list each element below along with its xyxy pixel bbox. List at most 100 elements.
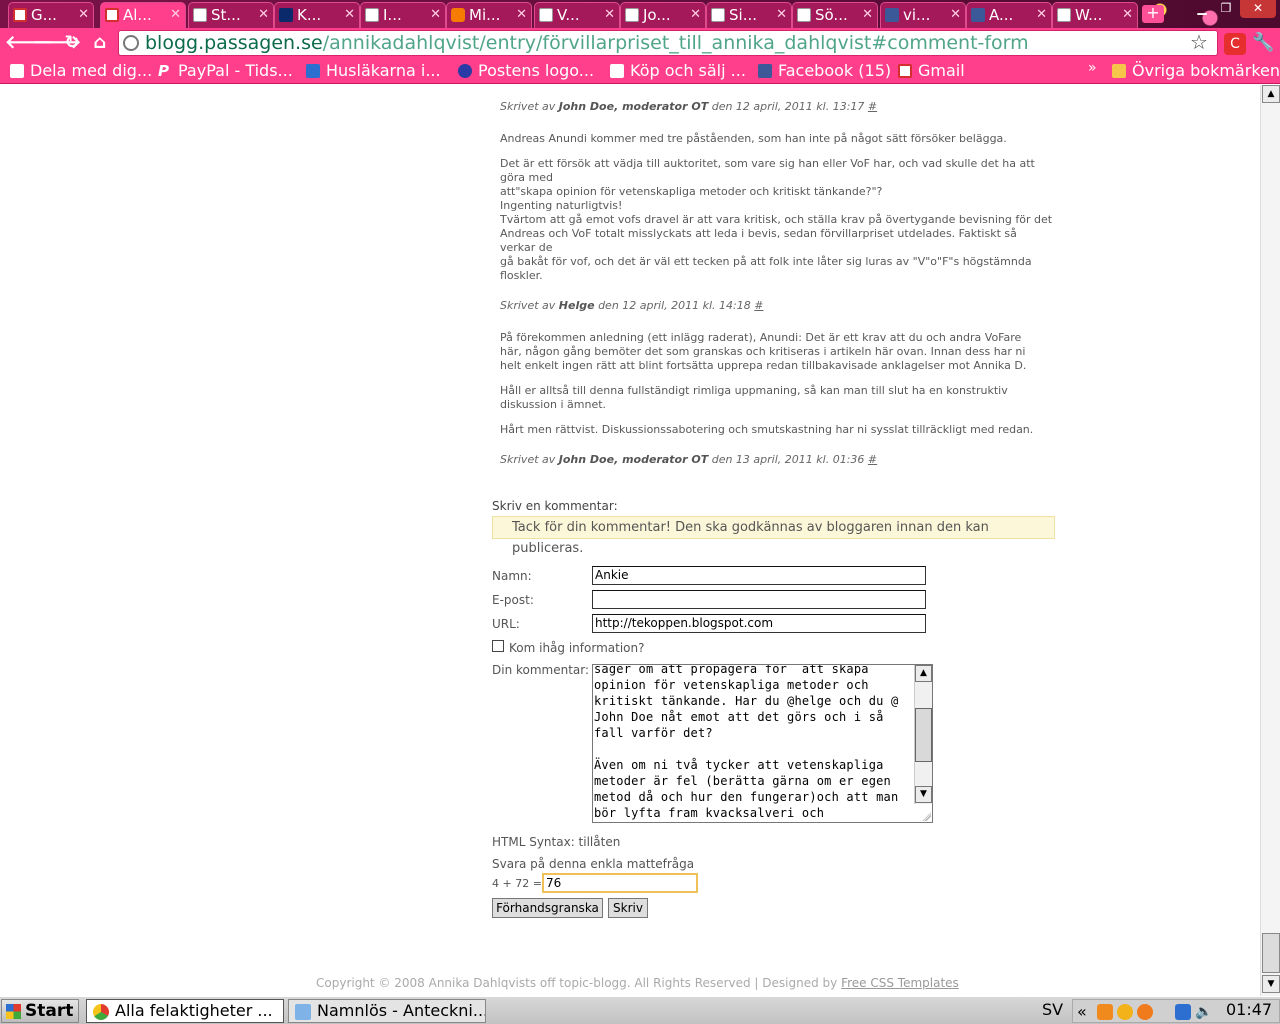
name-label: Namn: [492,569,532,583]
facebook-icon [971,8,985,22]
close-tab-icon[interactable]: ✕ [950,3,961,27]
url-field[interactable]: http://tekoppen.blogspot.com [592,614,926,633]
bookmark-item[interactable]: Dela med dig... [10,60,152,82]
tray-app-icon[interactable] [1097,1004,1113,1020]
reload-button[interactable]: ↻ [61,32,83,54]
comment-paragraph: Andreas Anundi kommer med tre påståenden… [500,132,1007,145]
comment-text: säger om att propagera för att skapa opi… [594,664,899,820]
new-tab-button[interactable]: + [1142,5,1164,23]
moderation-notice: Tack för din kommentar! Den ska godkänna… [492,516,1055,556]
tab-5[interactable]: I... ✕ [360,2,446,28]
posten-icon [458,64,472,78]
scroll-down-icon[interactable]: ▼ [915,786,932,803]
taskbar-item-label: Alla felaktigheter ... [115,1001,273,1020]
preview-button[interactable]: Förhandsgranska [492,898,603,918]
tab-8[interactable]: Jo... ✕ [620,2,706,28]
taskbar-item-chrome[interactable]: Alla felaktigheter ... [86,999,284,1023]
remember-checkbox[interactable] [492,640,504,652]
tab-label: vi... [903,6,931,24]
permalink[interactable]: # [868,453,877,466]
other-bookmarks-folder[interactable]: Övriga bokmärken [1112,60,1280,82]
bookmark-label: Postens logo... [478,61,595,80]
email-field[interactable] [592,590,926,609]
bookmark-item[interactable]: Köp och sälj ... [610,60,746,82]
tab-9[interactable]: Si... ✕ [706,2,792,28]
close-window-button[interactable]: ✕ [1240,0,1276,18]
page-scrollbar[interactable]: ▲ ▼ [1260,85,1280,996]
maximize-button[interactable]: ❐ [1214,0,1238,18]
tray-app-icon[interactable] [1137,1004,1153,1020]
bookmark-item[interactable]: Facebook (15) [758,60,891,82]
page-icon [1057,8,1071,22]
page-icon [711,8,725,22]
wrench-icon[interactable]: 🔧 [1252,32,1274,53]
tab-label: W... [1075,6,1103,24]
math-answer-field[interactable]: 76 [542,873,698,893]
close-tab-icon[interactable]: ✕ [516,3,527,27]
close-tab-icon[interactable]: ✕ [776,3,787,27]
tab-label: G... [31,6,57,24]
close-tab-icon[interactable]: ✕ [604,3,615,27]
permalink[interactable]: # [754,299,763,312]
math-equation: 4 + 72 = [492,877,542,890]
chrome-icon [93,1004,109,1020]
page-content: Skrivet av John Doe, moderator OT den 12… [0,85,1260,996]
language-indicator[interactable]: SV [1042,1000,1063,1019]
close-tab-icon[interactable]: ✕ [1122,3,1133,27]
tab-13[interactable]: W... ✕ [1052,2,1138,28]
extension-icon[interactable]: C [1224,33,1246,55]
alert-bell-icon[interactable] [1117,1004,1133,1020]
start-button[interactable]: Start [1,999,79,1023]
scroll-thumb[interactable] [915,708,932,762]
scroll-up-icon[interactable]: ▲ [915,665,932,682]
home-button[interactable]: ⌂ [89,32,111,54]
tab-7[interactable]: V... ✕ [534,2,620,28]
volume-icon[interactable]: 🔈 [1195,1004,1212,1020]
bookmark-star-icon[interactable]: ☆ [1190,30,1208,54]
textarea-scrollbar[interactable]: ▲ ▼ [914,665,932,804]
bookmark-item[interactable]: Gmail [898,60,965,82]
resize-grip-icon[interactable] [921,811,931,821]
scroll-down-icon[interactable]: ▼ [1262,975,1280,993]
address-bar[interactable]: blogg.passagen.se/annikadahlqvist/entry/… [118,30,1218,56]
remember-label: Kom ihåg information? [509,641,645,655]
tab-1[interactable]: G... ✕ [8,2,94,28]
minimize-button[interactable]: ▁ [1190,0,1214,18]
reload-icon: ↻ [64,32,80,53]
permalink[interactable]: # [868,100,877,113]
close-tab-icon[interactable]: ✕ [170,3,181,27]
tab-10[interactable]: Sö... ✕ [792,2,878,28]
tray-expand-icon[interactable]: « [1077,1002,1087,1021]
close-tab-icon[interactable]: ✕ [344,3,355,27]
network-icon[interactable] [1175,1004,1191,1020]
name-field[interactable]: Ankie [592,566,926,585]
comment-textarea[interactable]: säger om att propagera för att skapa opi… [592,664,933,823]
close-tab-icon[interactable]: ✕ [1036,3,1047,27]
close-tab-icon[interactable]: ✕ [78,3,89,27]
footer-link[interactable]: Free CSS Templates [841,976,959,990]
url-path: /annikadahlqvist/entry/förvillarpriset_t… [322,32,1029,54]
back-button[interactable]: 🡐 [5,32,53,54]
tab-4[interactable]: K... ✕ [274,2,360,28]
tab-12[interactable]: A... ✕ [966,2,1052,28]
forward-button[interactable]: 🡒 [33,32,81,54]
scroll-up-icon[interactable]: ▲ [1262,85,1280,103]
bookmarks-overflow-button[interactable]: » [1088,60,1097,76]
tab-11[interactable]: vi... ✕ [880,2,966,28]
close-tab-icon[interactable]: ✕ [862,3,873,27]
submit-button[interactable]: Skriv [608,898,648,918]
tab-6[interactable]: Mi... ✕ [446,2,532,28]
close-tab-icon[interactable]: ✕ [430,3,441,27]
tab-label: I... [383,6,402,24]
close-tab-icon[interactable]: ✕ [258,3,269,27]
taskbar-item-notepad[interactable]: Namnlös - Anteckni... [288,999,486,1023]
bookmark-item[interactable]: Postens logo... [458,60,594,82]
husl-icon [306,64,320,78]
comment-paragraph: Det är ett försök att vädja till auktori… [500,157,1053,282]
bookmark-item[interactable]: P PayPal - Tids... [158,60,293,82]
tab-2[interactable]: Al... ✕ [100,2,186,28]
bookmark-item[interactable]: Husläkarna i... [306,60,441,82]
close-tab-icon[interactable]: ✕ [690,3,701,27]
scroll-thumb[interactable] [1262,933,1280,973]
tab-3[interactable]: St... ✕ [188,2,274,28]
